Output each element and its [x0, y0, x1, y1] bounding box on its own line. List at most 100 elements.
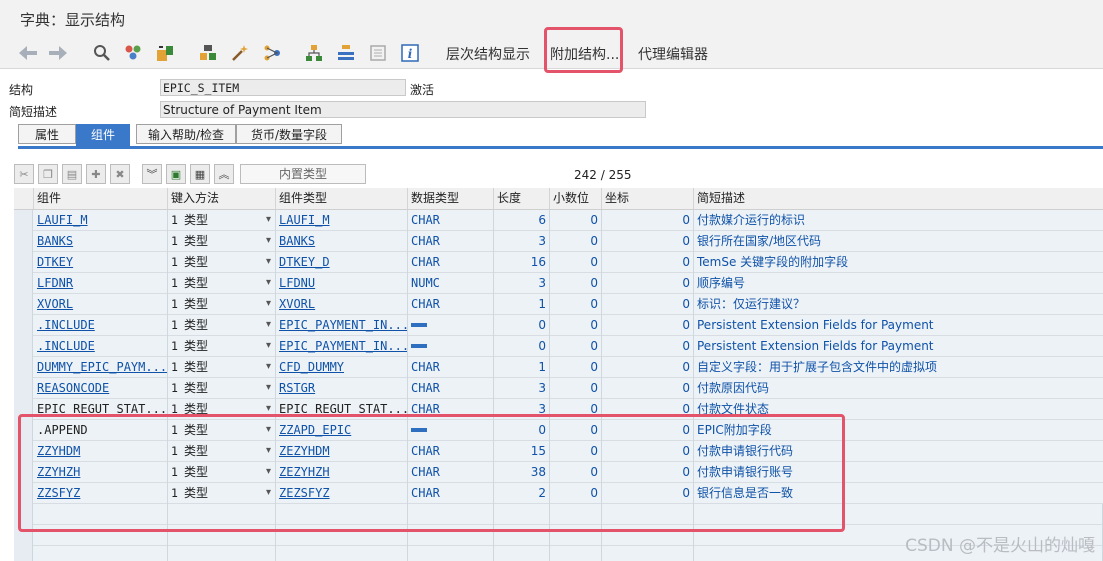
table-row[interactable]: .INCLUDE 1 类型 ▾ EPIC_PAYMENT_IN... 0 0 0 Persist… [14, 315, 1103, 336]
empty-cell[interactable] [550, 546, 602, 561]
short-description-cell[interactable]: 付款媒介运行的标识 [694, 210, 1103, 231]
row-selector[interactable] [14, 378, 33, 399]
tab-components[interactable]: 组件 [76, 124, 130, 147]
tab-input-help-check[interactable]: 输入帮助/检查 [136, 124, 236, 144]
component-type-cell[interactable]: LAUFI_M [276, 210, 408, 231]
column-header-length[interactable]: 长度 [494, 188, 550, 209]
component-type-cell[interactable]: RSTGR [276, 378, 408, 399]
table-row[interactable]: DTKEY 1 类型 ▾ DTKEY_D CHAR 16 0 0 TemSe 关键字段的附加字段 [14, 252, 1103, 273]
empty-cell[interactable] [276, 546, 408, 561]
component-name-cell[interactable]: REASONCODE [34, 378, 168, 399]
tab-currency-quantity[interactable]: 货币/数量字段 [236, 124, 342, 144]
length-cell[interactable]: 6 [494, 210, 550, 231]
column-header-typing-method[interactable]: 键入方法 [168, 188, 276, 209]
collapse-up-icon[interactable]: ︽ [214, 164, 234, 184]
chevron-down-icon[interactable]: ▾ [266, 378, 271, 398]
info-icon[interactable]: i [400, 43, 420, 63]
row-selector[interactable] [14, 315, 33, 336]
short-description-cell[interactable]: 标识：仅运行建议？ [694, 294, 1103, 315]
component-type-cell[interactable]: BANKS [276, 231, 408, 252]
length-cell[interactable]: 3 [494, 378, 550, 399]
typing-method-select[interactable]: 1 类型 ▾ [168, 210, 276, 231]
chevron-down-icon[interactable]: ▾ [266, 231, 271, 251]
detail-view-icon[interactable]: ▦ [190, 164, 210, 184]
proxy-editor-button[interactable]: 代理编辑器 [638, 44, 708, 64]
table-row[interactable]: LFDNR 1 类型 ▾ LFDNU NUMC 3 0 0 顺序编号 [14, 273, 1103, 294]
copy-row-icon[interactable]: ❐ [38, 164, 58, 184]
coordinate-cell[interactable]: 0 [602, 336, 694, 357]
decimals-cell[interactable]: 0 [550, 336, 602, 357]
back-arrow-icon[interactable] [18, 43, 38, 63]
component-name-cell[interactable]: .INCLUDE [34, 336, 168, 357]
column-header-data-type[interactable]: 数据类型 [408, 188, 494, 209]
decimals-cell[interactable]: 0 [550, 273, 602, 294]
length-cell[interactable]: 3 [494, 231, 550, 252]
component-name-cell[interactable]: XVORL [34, 294, 168, 315]
row-selector[interactable] [14, 546, 33, 561]
delete-row-icon[interactable]: ✖ [110, 164, 130, 184]
coordinate-cell[interactable]: 0 [602, 252, 694, 273]
coordinate-cell[interactable]: 0 [602, 315, 694, 336]
typing-method-select[interactable]: 1 类型 ▾ [168, 336, 276, 357]
component-type-cell[interactable]: LFDNU [276, 273, 408, 294]
component-type-cell[interactable]: XVORL [276, 294, 408, 315]
description-field[interactable]: Structure of Payment Item [160, 101, 646, 118]
where-used-icon[interactable] [230, 43, 250, 63]
decimals-cell[interactable]: 0 [550, 252, 602, 273]
table-row[interactable]: LAUFI_M 1 类型 ▾ LAUFI_M CHAR 6 0 0 付款媒介运行的标识 [14, 210, 1103, 231]
short-description-cell[interactable]: 付款原因代码 [694, 378, 1103, 399]
table-row[interactable]: BANKS 1 类型 ▾ BANKS CHAR 3 0 0 银行所在国家/地区代码 [14, 231, 1103, 252]
length-cell[interactable]: 0 [494, 336, 550, 357]
display-change-icon[interactable] [123, 43, 143, 63]
chevron-down-icon[interactable]: ▾ [266, 315, 271, 335]
column-header-component-type[interactable]: 组件类型 [276, 188, 408, 209]
decimals-cell[interactable]: 0 [550, 357, 602, 378]
coordinate-cell[interactable]: 0 [602, 273, 694, 294]
component-name-cell[interactable]: LAUFI_M [34, 210, 168, 231]
other-object-icon[interactable] [92, 43, 112, 63]
typing-method-select[interactable]: 1 类型 ▾ [168, 273, 276, 294]
component-name-cell[interactable]: BANKS [34, 231, 168, 252]
chevron-down-icon[interactable]: ▾ [266, 252, 271, 272]
hierarchy-icon[interactable] [304, 43, 324, 63]
empty-cell[interactable] [34, 546, 168, 561]
column-header-component[interactable]: 组件 [34, 188, 168, 209]
length-cell[interactable]: 1 [494, 294, 550, 315]
component-name-cell[interactable]: DTKEY [34, 252, 168, 273]
empty-cell[interactable] [408, 546, 494, 561]
short-description-cell[interactable]: Persistent Extension Fields for Payment [694, 336, 1103, 357]
documentation-icon[interactable] [368, 43, 388, 63]
length-cell[interactable]: 3 [494, 273, 550, 294]
component-name-cell[interactable]: .INCLUDE [34, 315, 168, 336]
column-header-decimals[interactable]: 小数位 [550, 188, 602, 209]
insert-row-icon[interactable]: ✚ [86, 164, 106, 184]
component-type-cell[interactable]: EPIC_PAYMENT_IN... [276, 336, 408, 357]
builtin-type-button[interactable]: 内置类型 [240, 164, 366, 184]
short-description-cell[interactable]: TemSe 关键字段的附加字段 [694, 252, 1103, 273]
length-cell[interactable]: 16 [494, 252, 550, 273]
empty-cell[interactable] [494, 546, 550, 561]
import-table-icon[interactable]: ▣ [166, 164, 186, 184]
chevron-down-icon[interactable]: ▾ [266, 273, 271, 293]
chevron-down-icon[interactable]: ▾ [266, 210, 271, 230]
row-selector[interactable] [14, 336, 33, 357]
row-selector-header[interactable] [14, 188, 34, 209]
length-cell[interactable]: 0 [494, 315, 550, 336]
table-row[interactable]: .INCLUDE 1 类型 ▾ EPIC_PAYMENT_IN... 0 0 0 Persist… [14, 336, 1103, 357]
component-type-cell[interactable]: CFD_DUMMY [276, 357, 408, 378]
typing-method-select[interactable]: 1 类型 ▾ [168, 252, 276, 273]
column-header-coordinate[interactable]: 坐标 [602, 188, 694, 209]
row-selector[interactable] [14, 231, 33, 252]
decimals-cell[interactable]: 0 [550, 231, 602, 252]
empty-cell[interactable] [602, 546, 694, 561]
component-name-cell[interactable]: DUMMY_EPIC_PAYM... [34, 357, 168, 378]
typing-method-select[interactable]: 1 类型 ▾ [168, 315, 276, 336]
decimals-cell[interactable]: 0 [550, 378, 602, 399]
component-name-cell[interactable]: LFDNR [34, 273, 168, 294]
column-header-short-description[interactable]: 简短描述 [694, 188, 1103, 209]
typing-method-select[interactable]: 1 类型 ▾ [168, 294, 276, 315]
short-description-cell[interactable]: 银行所在国家/地区代码 [694, 231, 1103, 252]
chevron-down-icon[interactable]: ▾ [266, 357, 271, 377]
table-row[interactable]: XVORL 1 类型 ▾ XVORL CHAR 1 0 0 标识：仅运行建议？ [14, 294, 1103, 315]
short-description-cell[interactable]: 自定义字段：用于扩展子包含文件中的虚拟项 [694, 357, 1103, 378]
